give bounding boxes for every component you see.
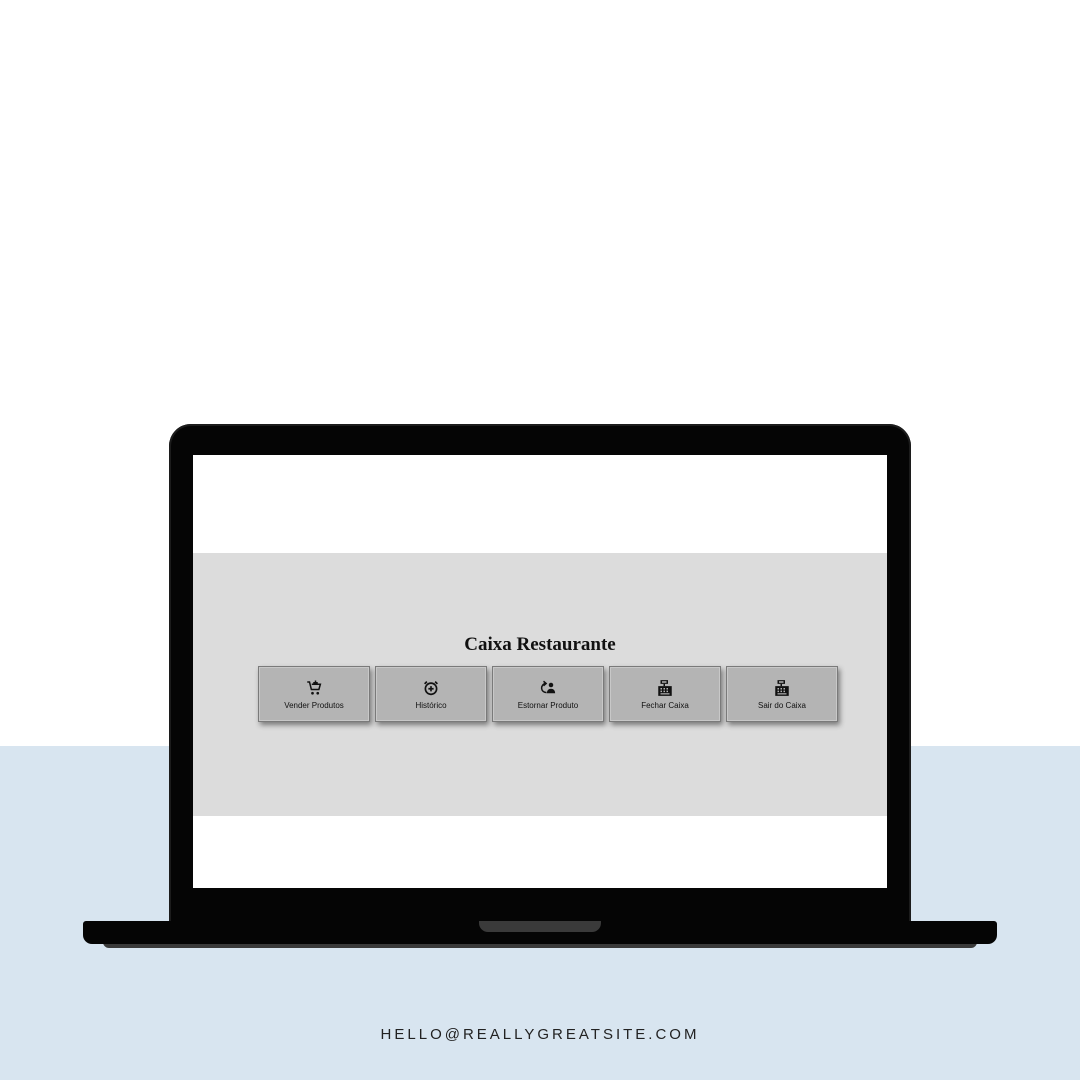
sair-do-caixa-button[interactable]: Sair do Caixa bbox=[726, 666, 838, 722]
sair-do-caixa-label: Sair do Caixa bbox=[757, 700, 807, 710]
vender-produtos-label: Vender Produtos bbox=[284, 700, 344, 710]
refund-user-icon bbox=[540, 680, 556, 693]
cash-register-icon bbox=[658, 679, 672, 696]
laptop-screen: Caixa Restaurante Vender Produtos Histór… bbox=[193, 455, 887, 888]
laptop-notch bbox=[479, 921, 601, 932]
estornar-produto-label: Estornar Produto bbox=[517, 700, 579, 710]
menu-button-row: Vender Produtos Histórico Estornar Produ… bbox=[258, 666, 838, 722]
cash-register-icon bbox=[775, 679, 789, 696]
vender-produtos-button[interactable]: Vender Produtos bbox=[258, 666, 370, 722]
page-title: Caixa Restaurante bbox=[464, 634, 616, 655]
laptop-lid: Caixa Restaurante Vender Produtos Histór… bbox=[169, 424, 911, 924]
cart-plus-icon bbox=[307, 680, 322, 695]
historico-button[interactable]: Histórico bbox=[375, 666, 487, 722]
estornar-produto-button[interactable]: Estornar Produto bbox=[492, 666, 604, 722]
historico-label: Histórico bbox=[415, 700, 447, 710]
app-panel: Caixa Restaurante Vender Produtos Histór… bbox=[193, 553, 887, 816]
fechar-caixa-button[interactable]: Fechar Caixa bbox=[609, 666, 721, 722]
laptop-base bbox=[83, 921, 997, 944]
alarm-clock-icon bbox=[424, 680, 438, 695]
footer-email: HELLO@REALLYGREATSITE.COM bbox=[380, 1026, 700, 1043]
fechar-caixa-label: Fechar Caixa bbox=[641, 700, 689, 710]
